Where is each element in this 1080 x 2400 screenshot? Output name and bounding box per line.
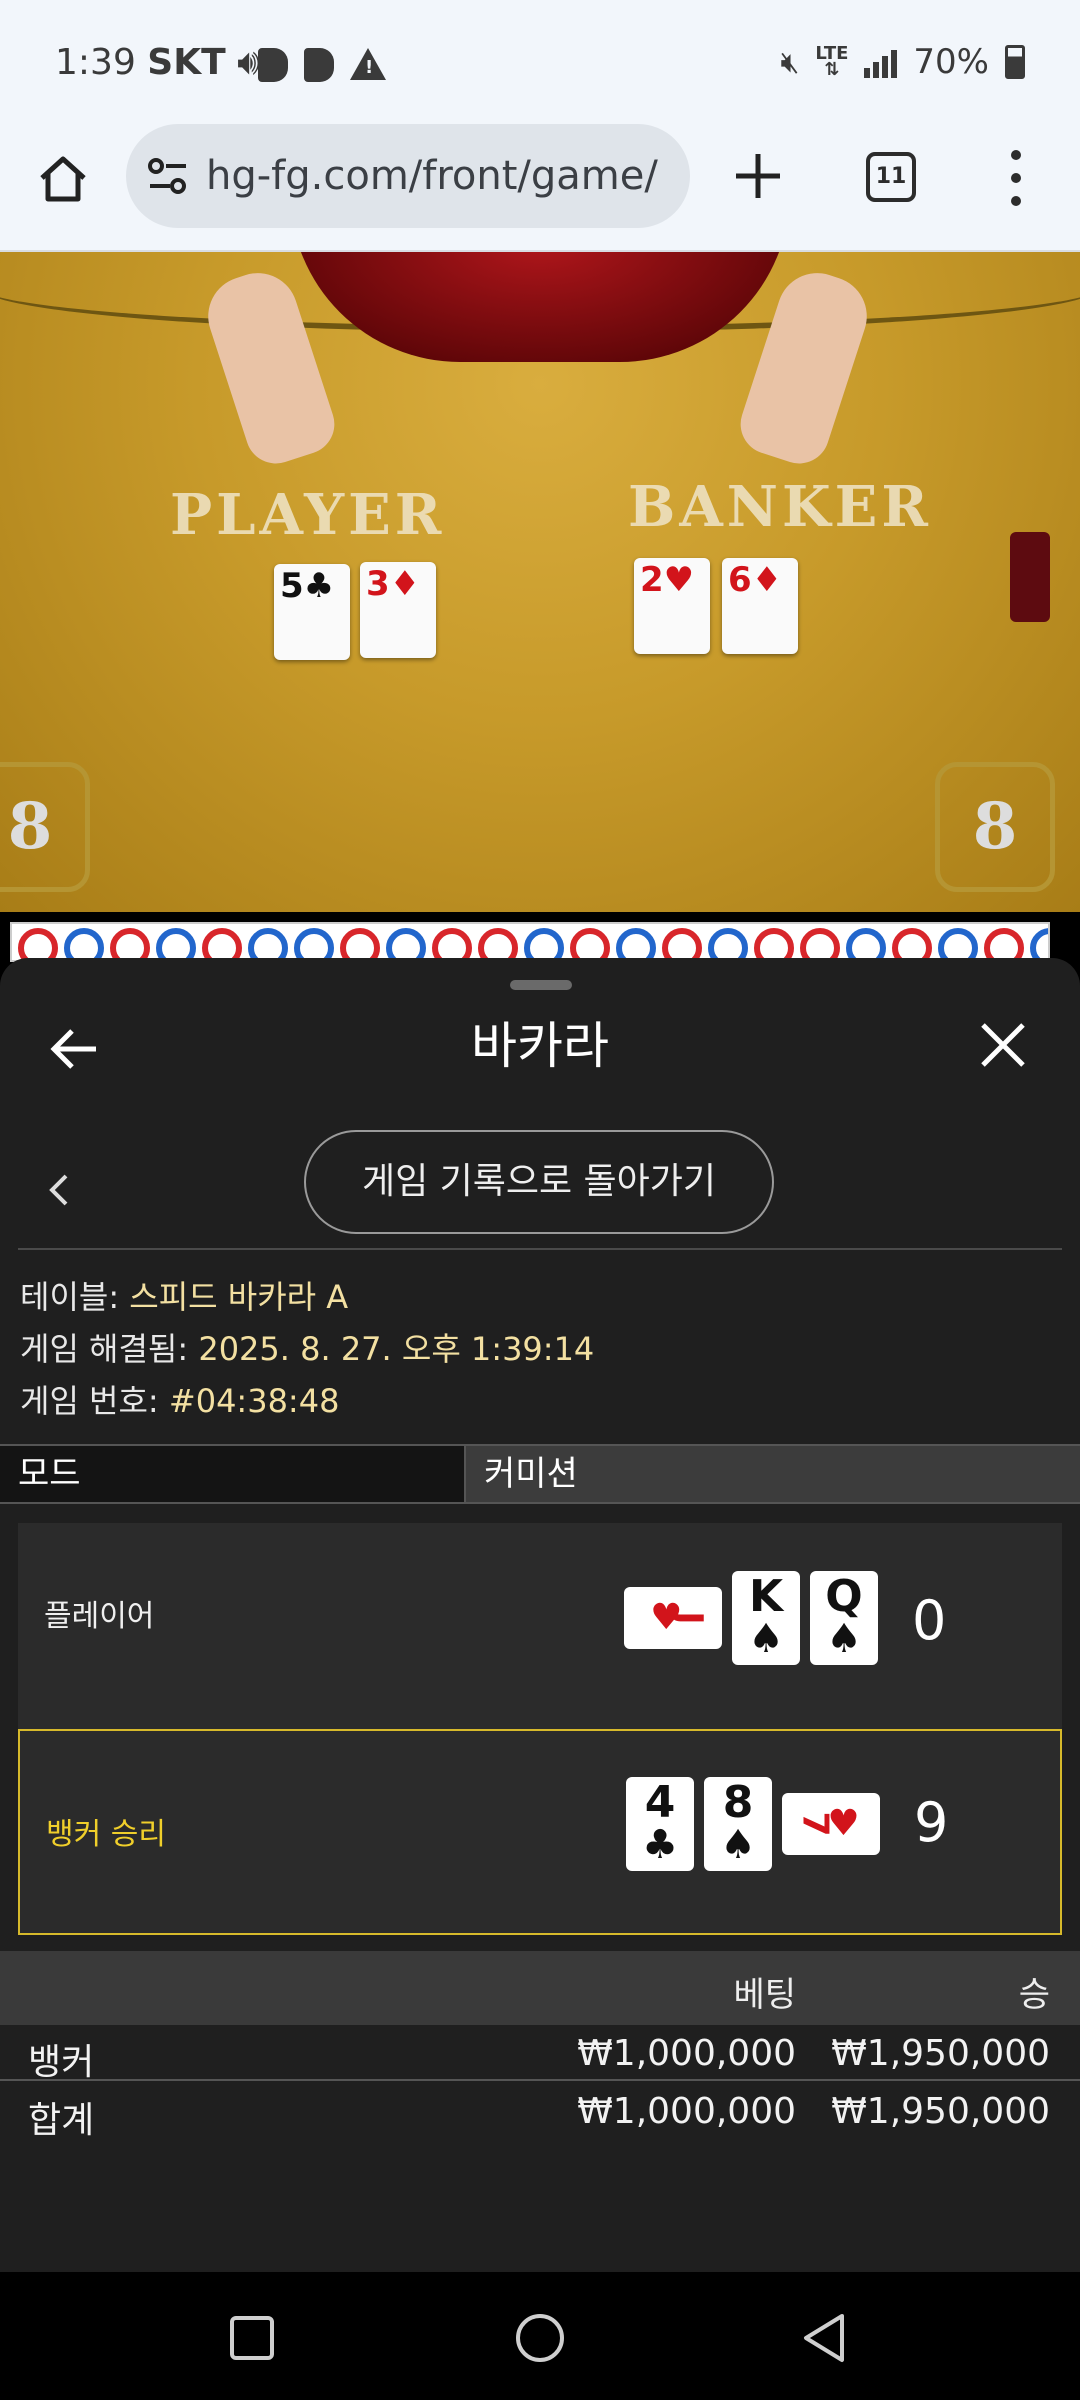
player-cards: ♥ J K ♠ Q ♠ xyxy=(624,1571,878,1665)
game-history-sheet: 바카라 게임 기록으로 돌아가기 테이블: 스피드 바카라 A 게임 해결됨: … xyxy=(0,958,1080,2272)
road-bead xyxy=(892,928,932,960)
road-bead xyxy=(202,928,242,960)
b-app-icon xyxy=(258,48,288,82)
win-amount: ₩1,950,000 xyxy=(831,2033,1050,2074)
road-bead xyxy=(938,928,978,960)
bead-road xyxy=(10,922,1050,962)
mute-icon: 🔇︎ xyxy=(780,44,800,80)
banker-hand-name: 뱅커 승리 xyxy=(46,1817,166,1852)
bet-amount: ₩1,000,000 xyxy=(577,2033,796,2074)
road-bead xyxy=(340,928,380,960)
banker-card-3: 7 ♥ xyxy=(782,1793,880,1855)
banker-score: 9 xyxy=(914,1791,949,1854)
battery-icon xyxy=(1005,45,1025,79)
banker-card-2: 8 ♠ xyxy=(704,1777,772,1871)
alert-icon: ! xyxy=(350,48,386,80)
dealer xyxy=(290,252,790,362)
recents-icon[interactable] xyxy=(230,2316,274,2360)
mode-value: 커미션 xyxy=(466,1446,1080,1502)
video-banker-card-2: 6♦ xyxy=(722,558,798,654)
road-bead xyxy=(110,928,150,960)
table-banker-label: BANKER xyxy=(628,474,932,540)
player-card-2: K ♠ xyxy=(732,1571,800,1665)
road-bead xyxy=(432,928,472,960)
lte-icon: LTE ⇅ xyxy=(815,43,849,80)
road-bead xyxy=(984,928,1024,960)
road-bead xyxy=(1030,928,1048,960)
road-bead xyxy=(616,928,656,960)
road-bead xyxy=(156,928,196,960)
road-bead xyxy=(478,928,518,960)
site-settings-icon[interactable] xyxy=(146,154,190,198)
nav-home-icon[interactable] xyxy=(516,2314,564,2362)
sheet-drag-handle[interactable] xyxy=(510,980,572,990)
divider xyxy=(18,1248,1062,1250)
road-bead xyxy=(64,928,104,960)
status-right: 🔇︎ LTE ⇅ 70% xyxy=(780,42,1025,82)
address-bar[interactable]: hg-fg.com/front/game/ xyxy=(126,124,690,228)
sheet-title: 바카라 xyxy=(471,1017,609,1075)
road-bead xyxy=(708,928,748,960)
player-card-3: Q ♠ xyxy=(810,1571,878,1665)
status-time: 1:39 SKT 🔊︎ xyxy=(55,42,260,83)
volume-icon: 🔊︎ xyxy=(237,42,260,83)
road-bead xyxy=(386,928,426,960)
road-bead xyxy=(524,928,564,960)
video-banker-card-1: 2♥ xyxy=(634,558,710,654)
road-bead xyxy=(754,928,794,960)
home-icon[interactable] xyxy=(36,152,90,206)
tab-switcher-icon[interactable]: 11 xyxy=(866,152,916,202)
road-bead xyxy=(846,928,886,960)
banker-cards: 4 ♣ 8 ♠ 7 ♥ xyxy=(626,1777,880,1871)
road-bead xyxy=(18,928,58,960)
header-bet: 베팅 xyxy=(733,1975,796,2015)
road-bead xyxy=(570,928,610,960)
table-info: 테이블: 스피드 바카라 A xyxy=(20,1278,349,1316)
banker-hand-row: 뱅커 승리 4 ♣ 8 ♠ 7 ♥ 9 xyxy=(18,1729,1062,1935)
more-menu-icon[interactable] xyxy=(1004,150,1028,206)
player-score: 0 xyxy=(912,1589,947,1652)
bet-amount: ₩1,000,000 xyxy=(577,2091,796,2132)
bet-name: 뱅커 xyxy=(28,2042,95,2083)
resolved-info: 게임 해결됨: 2025. 8. 27. 오후 1:39:14 xyxy=(20,1330,595,1368)
b-app-icon xyxy=(304,48,334,82)
right-counter: 8 xyxy=(935,762,1055,892)
road-bead xyxy=(294,928,334,960)
table-row: 뱅커 ₩1,000,000 ₩1,950,000 xyxy=(0,2025,1080,2083)
table-player-label: PLAYER xyxy=(170,482,446,548)
road-bead xyxy=(248,928,288,960)
game-number-info: 게임 번호: #04:38:48 xyxy=(20,1382,340,1420)
banker-card-1: 4 ♣ xyxy=(626,1777,694,1871)
battery-percent: 70% xyxy=(913,42,989,82)
system-nav-bar xyxy=(0,2272,1080,2400)
live-game-video[interactable]: PLAYER BANKER 5♣ 3♦ 2♥ 6♦ 8 8 xyxy=(0,252,1080,912)
url-text[interactable]: hg-fg.com/front/game/ xyxy=(206,153,658,199)
road-bead xyxy=(662,928,702,960)
win-amount: ₩1,950,000 xyxy=(831,2091,1050,2132)
player-card-1: ♥ J xyxy=(624,1587,722,1649)
video-player-card-1: 5♣ xyxy=(274,564,350,660)
close-icon[interactable] xyxy=(978,1020,1028,1070)
video-player-card-2: 3♦ xyxy=(360,562,436,658)
new-tab-icon[interactable] xyxy=(732,150,784,202)
left-counter: 8 xyxy=(0,762,90,892)
road-bead xyxy=(800,928,840,960)
hands-panel: 플레이어 ♥ J K ♠ Q ♠ 0 뱅커 승리 4 ♣ 8 ♠ 7 ♥ 9 xyxy=(18,1523,1062,1935)
header-win: 승 xyxy=(1018,1975,1050,2015)
bet-name: 합계 xyxy=(28,2100,95,2141)
status-bar: 1:39 SKT 🔊︎ ! 🔇︎ LTE ⇅ 70% xyxy=(0,0,1080,122)
browser-toolbar: hg-fg.com/front/game/ 11 xyxy=(0,122,1080,252)
mode-row: 모드 커미션 xyxy=(0,1444,1080,1504)
nav-back-icon[interactable] xyxy=(800,2312,848,2364)
table-row: 합계 ₩1,000,000 ₩1,950,000 xyxy=(0,2083,1080,2141)
back-to-history-button[interactable]: 게임 기록으로 돌아가기 xyxy=(304,1130,774,1234)
bets-table-header: 베팅 승 xyxy=(0,1951,1080,2025)
signal-icon xyxy=(864,46,898,78)
mode-label: 모드 xyxy=(0,1446,466,1502)
player-hand-row: 플레이어 ♥ J K ♠ Q ♠ 0 xyxy=(18,1523,1062,1729)
chevron-left-icon[interactable] xyxy=(44,1168,74,1212)
chip-stack xyxy=(1010,532,1050,622)
player-hand-name: 플레이어 xyxy=(44,1599,155,1634)
